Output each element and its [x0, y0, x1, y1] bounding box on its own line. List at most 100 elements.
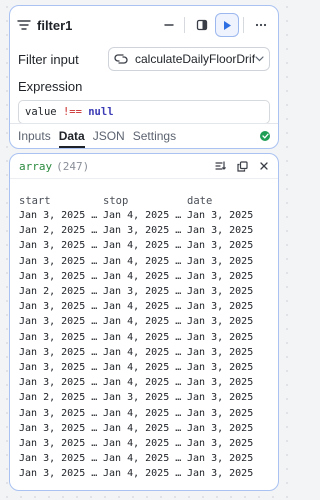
cell-stop: Jan 4, 2025 … — [103, 270, 182, 282]
cell-start: Jan 3, 2025 … — [19, 377, 98, 389]
cell-date: Jan 3, 2025 — [187, 286, 254, 298]
cell-start: Jan 3, 2025 … — [19, 331, 98, 343]
cell-start: Jan 3, 2025 … — [19, 361, 98, 373]
cell-start: Jan 3, 2025 … — [19, 346, 98, 358]
table-row: Jan 3, 2025 … Jan 4, 2025 … Jan 3, 2025 — [19, 405, 277, 420]
cell-date: Jan 3, 2025 — [187, 407, 254, 419]
expression-label: Expression — [18, 78, 83, 94]
cell-start: Jan 3, 2025 … — [19, 453, 98, 465]
filter-input-row: Filter input calculateDailyFloorDrift — [10, 44, 278, 74]
cell-date: Jan 3, 2025 — [187, 453, 254, 465]
cell-date: Jan 3, 2025 — [187, 316, 254, 328]
chevron-down-icon — [255, 56, 264, 62]
cell-date: Jan 3, 2025 — [187, 331, 254, 343]
filter-node-panel: filter1 Filter input calculateDailyFloor… — [9, 5, 279, 149]
cell-stop: Jan 4, 2025 … — [103, 437, 182, 449]
table-row: Jan 3, 2025 … Jan 4, 2025 … Jan 3, 2025 — [19, 330, 277, 345]
column-header-stop[interactable]: stop — [103, 193, 187, 208]
cell-start: Jan 3, 2025 … — [19, 407, 98, 419]
table-row: Jan 2, 2025 … Jan 3, 2025 … Jan 3, 2025 — [19, 390, 277, 405]
cell-stop: Jan 4, 2025 … — [103, 422, 182, 434]
cell-stop: Jan 3, 2025 … — [103, 225, 182, 237]
table-header-row: start stop date — [19, 193, 277, 208]
copy-window-icon[interactable] — [233, 157, 251, 175]
play-icon[interactable] — [215, 13, 239, 37]
table-row: Jan 3, 2025 … Jan 4, 2025 … Jan 3, 2025 — [19, 208, 277, 223]
header-divider — [184, 17, 185, 33]
tab-inputs[interactable]: Inputs — [18, 124, 51, 148]
cell-start: Jan 2, 2025 … — [19, 225, 98, 237]
cell-start: Jan 2, 2025 … — [19, 286, 98, 298]
table-row: Jan 3, 2025 … Jan 4, 2025 … Jan 3, 2025 — [19, 436, 277, 451]
cell-start: Jan 3, 2025 … — [19, 437, 98, 449]
node-tabs: Inputs Data JSON Settings — [10, 123, 278, 148]
cell-date: Jan 3, 2025 — [187, 422, 254, 434]
cell-stop: Jan 4, 2025 … — [103, 468, 182, 480]
check-circle-icon — [260, 131, 270, 141]
cell-start: Jan 3, 2025 … — [19, 240, 98, 252]
cell-start: Jan 2, 2025 … — [19, 392, 98, 404]
cell-stop: Jan 4, 2025 … — [103, 210, 182, 222]
cell-start: Jan 3, 2025 … — [19, 301, 98, 313]
cell-start: Jan 3, 2025 … — [19, 468, 98, 480]
column-header-date[interactable]: date — [187, 193, 277, 208]
table-row: Jan 3, 2025 … Jan 4, 2025 … Jan 3, 2025 — [19, 314, 277, 329]
cell-stop: Jan 3, 2025 … — [103, 286, 182, 298]
cell-date: Jan 3, 2025 — [187, 210, 254, 222]
node-header: filter1 — [10, 6, 278, 44]
result-table: start stop date Jan 3, 2025 … Jan 4, 2025… — [19, 193, 277, 481]
more-horizontal-icon[interactable] — [250, 14, 272, 36]
cell-start: Jan 3, 2025 … — [19, 255, 98, 267]
cell-date: Jan 3, 2025 — [187, 392, 254, 404]
filter-lines-icon — [17, 19, 31, 31]
cell-start: Jan 3, 2025 … — [19, 422, 98, 434]
expression-editor[interactable]: value !== null — [18, 100, 270, 124]
table-row: Jan 3, 2025 … Jan 4, 2025 … Jan 3, 2025 — [19, 345, 277, 360]
node-title[interactable]: filter1 — [37, 18, 156, 33]
cell-date: Jan 3, 2025 — [187, 361, 254, 373]
filter-input-select[interactable]: calculateDailyFloorDrift — [108, 47, 270, 71]
result-header: array (247) — [10, 154, 278, 179]
cell-date: Jan 3, 2025 — [187, 270, 254, 282]
table-row: Jan 3, 2025 … Jan 4, 2025 … Jan 3, 2025 — [19, 466, 277, 481]
cell-stop: Jan 4, 2025 … — [103, 453, 182, 465]
cell-stop: Jan 3, 2025 … — [103, 392, 182, 404]
table-row: Jan 3, 2025 … Jan 4, 2025 … Jan 3, 2025 — [19, 269, 277, 284]
table-row: Jan 3, 2025 … Jan 4, 2025 … Jan 3, 2025 — [19, 299, 277, 314]
tab-settings[interactable]: Settings — [133, 124, 176, 148]
close-icon[interactable] — [255, 157, 273, 175]
cell-stop: Jan 4, 2025 … — [103, 346, 182, 358]
table-row: Jan 3, 2025 … Jan 4, 2025 … Jan 3, 2025 — [19, 254, 277, 269]
table-row: Jan 3, 2025 … Jan 4, 2025 … Jan 3, 2025 — [19, 238, 277, 253]
filter-input-label: Filter input — [18, 51, 79, 67]
table-row: Jan 3, 2025 … Jan 4, 2025 … Jan 3, 2025 — [19, 375, 277, 390]
sort-lines-icon[interactable] — [211, 157, 229, 175]
cell-date: Jan 3, 2025 — [187, 377, 254, 389]
result-count: (247) — [56, 159, 90, 173]
column-header-start[interactable]: start — [19, 193, 103, 208]
cell-start: Jan 3, 2025 … — [19, 316, 98, 328]
cell-stop: Jan 4, 2025 … — [103, 301, 182, 313]
link-loop-icon — [114, 53, 128, 65]
header-divider — [243, 17, 244, 33]
cell-stop: Jan 4, 2025 … — [103, 240, 182, 252]
sidebar-layout-icon[interactable] — [191, 14, 213, 36]
cell-date: Jan 3, 2025 — [187, 225, 254, 237]
table-row: Jan 2, 2025 … Jan 3, 2025 … Jan 3, 2025 — [19, 284, 277, 299]
table-row: Jan 2, 2025 … Jan 3, 2025 … Jan 3, 2025 — [19, 223, 277, 238]
cell-date: Jan 3, 2025 — [187, 468, 254, 480]
tab-data[interactable]: Data — [58, 124, 85, 148]
cell-start: Jan 3, 2025 … — [19, 210, 98, 222]
cell-stop: Jan 4, 2025 … — [103, 361, 182, 373]
expression-identifier: value — [25, 106, 57, 118]
result-type: array — [19, 159, 53, 173]
table-row: Jan 3, 2025 … Jan 4, 2025 … Jan 3, 2025 — [19, 451, 277, 466]
minus-icon[interactable] — [158, 14, 180, 36]
tab-json[interactable]: JSON — [93, 124, 125, 148]
cell-stop: Jan 4, 2025 … — [103, 255, 182, 267]
cell-date: Jan 3, 2025 — [187, 301, 254, 313]
expression-label-row: Expression — [10, 76, 278, 96]
result-panel: array (247) start stop date Jan 3, 2025 … — [9, 153, 279, 491]
cell-stop: Jan 4, 2025 … — [103, 407, 182, 419]
cell-stop: Jan 4, 2025 … — [103, 377, 182, 389]
